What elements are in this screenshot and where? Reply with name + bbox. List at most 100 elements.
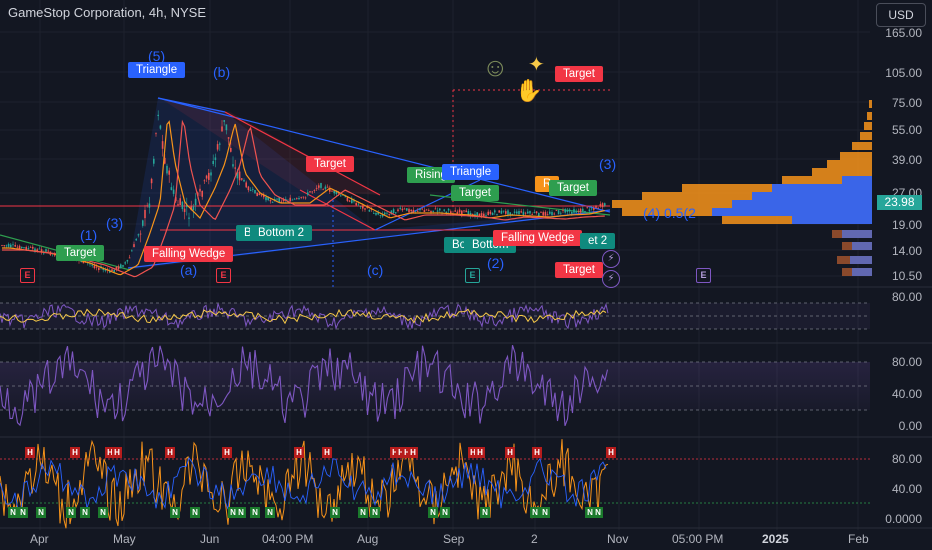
- candle-body: [216, 144, 219, 150]
- candle-body: [412, 209, 415, 213]
- volume-bar: [752, 192, 872, 200]
- candle-body: [179, 198, 181, 206]
- pattern-label-target[interactable]: Target: [451, 185, 499, 201]
- lightning-icon[interactable]: ⚡: [602, 270, 620, 288]
- low-marker: N: [480, 507, 490, 518]
- low-marker: N: [66, 507, 76, 518]
- candle-body: [595, 205, 597, 208]
- candle-body: [111, 269, 113, 272]
- pattern-label-target[interactable]: Target: [549, 180, 597, 196]
- candle-body: [238, 171, 241, 181]
- candle-body: [188, 217, 190, 219]
- candle-body: [16, 246, 19, 248]
- candle-body: [560, 212, 562, 214]
- osc3-tick: 0.0000: [885, 512, 922, 526]
- candle-body: [414, 210, 417, 212]
- candle-body: [223, 120, 225, 122]
- candle-body: [309, 191, 311, 193]
- earnings-badge[interactable]: E: [696, 268, 711, 283]
- candle-body: [232, 164, 234, 167]
- candle-body: [542, 212, 544, 216]
- volume-bar: [732, 200, 872, 208]
- candle-body: [597, 207, 599, 209]
- candle-body: [258, 193, 261, 196]
- high-marker: H: [532, 447, 542, 458]
- candle-body: [289, 197, 291, 202]
- candle-body: [331, 190, 333, 192]
- candle-body: [417, 210, 419, 212]
- price-tick: 55.00: [891, 123, 922, 137]
- earnings-badge[interactable]: E: [20, 268, 35, 283]
- pattern-label-target[interactable]: Target: [555, 66, 603, 82]
- candle-body: [27, 248, 30, 250]
- candle-body: [271, 201, 274, 203]
- candle-body: [320, 183, 322, 188]
- pattern-label-bottom-2[interactable]: et 2: [580, 233, 616, 249]
- candle-body: [199, 188, 201, 192]
- price-tick: 10.50: [891, 269, 922, 283]
- sparkle-icon[interactable]: ✦: [528, 52, 545, 77]
- candle-body: [397, 209, 399, 212]
- volume-bar: [869, 100, 872, 108]
- candle-body: [604, 203, 606, 206]
- volume-bar: [852, 142, 872, 150]
- candle-body: [181, 201, 184, 210]
- candle-body: [91, 264, 93, 266]
- pattern-label-target[interactable]: Target: [306, 156, 354, 172]
- earnings-badge[interactable]: E: [216, 268, 231, 283]
- high-marker: H: [408, 447, 418, 458]
- candle-body: [388, 213, 390, 215]
- hand-icon[interactable]: ✋: [515, 78, 542, 104]
- candle-body: [298, 198, 300, 200]
- volume-bar: [792, 216, 872, 224]
- candle-body: [566, 210, 569, 213]
- candle-body: [183, 208, 186, 212]
- candle-body: [410, 209, 412, 212]
- pattern-label-bottom-2[interactable]: Bottom 2: [250, 225, 313, 241]
- candle-body: [571, 211, 573, 214]
- wave-label: (4) 0.5(2: [643, 205, 696, 221]
- candle-body: [562, 210, 564, 211]
- price-tick: 19.00: [891, 218, 922, 232]
- volume-bar: [852, 242, 872, 250]
- lightning-icon[interactable]: ⚡: [602, 250, 620, 268]
- candle-body: [454, 210, 456, 212]
- candle-body: [373, 213, 375, 214]
- pattern-label-triangle[interactable]: Triangle: [442, 164, 500, 180]
- candle-body: [518, 210, 520, 215]
- candle-body: [12, 244, 14, 246]
- chart-title: GameStop Corporation, 4h, NYSE: [8, 5, 206, 20]
- candle-body: [1, 245, 3, 247]
- candle-body: [150, 178, 153, 184]
- candle-body: [326, 186, 329, 188]
- candle-body: [142, 220, 144, 226]
- candle-body: [159, 125, 162, 129]
- candle-body: [113, 269, 115, 272]
- candle-body: [45, 249, 47, 252]
- pattern-label-triangle[interactable]: Triangle: [128, 62, 186, 78]
- candle-body: [95, 266, 98, 268]
- osc2-tick: 80.00: [891, 355, 922, 369]
- candle-body: [208, 172, 210, 180]
- candle-body: [586, 207, 588, 209]
- candle-body: [524, 212, 527, 214]
- candle-body: [379, 215, 382, 216]
- candle-body: [522, 211, 525, 216]
- pattern-label-target[interactable]: Target: [56, 245, 104, 261]
- earnings-badge[interactable]: E: [465, 268, 480, 283]
- wave-label: (3): [599, 156, 617, 172]
- candle-body: [146, 205, 148, 207]
- candle-body: [278, 197, 280, 203]
- candle-body: [406, 208, 408, 211]
- pattern-label-falling-wedge[interactable]: Falling Wedge: [493, 230, 583, 246]
- candle-body: [344, 196, 346, 198]
- currency-button[interactable]: USD: [876, 3, 926, 27]
- pattern-label-falling-wedge[interactable]: Falling Wedge: [144, 246, 234, 262]
- low-marker: N: [593, 507, 603, 518]
- candle-body: [425, 209, 428, 211]
- candle-body: [230, 148, 232, 152]
- candle-body: [346, 197, 349, 201]
- smiley-icon[interactable]: ☺: [482, 52, 509, 83]
- pattern-label-target[interactable]: Target: [555, 262, 603, 278]
- candle-body: [480, 213, 483, 217]
